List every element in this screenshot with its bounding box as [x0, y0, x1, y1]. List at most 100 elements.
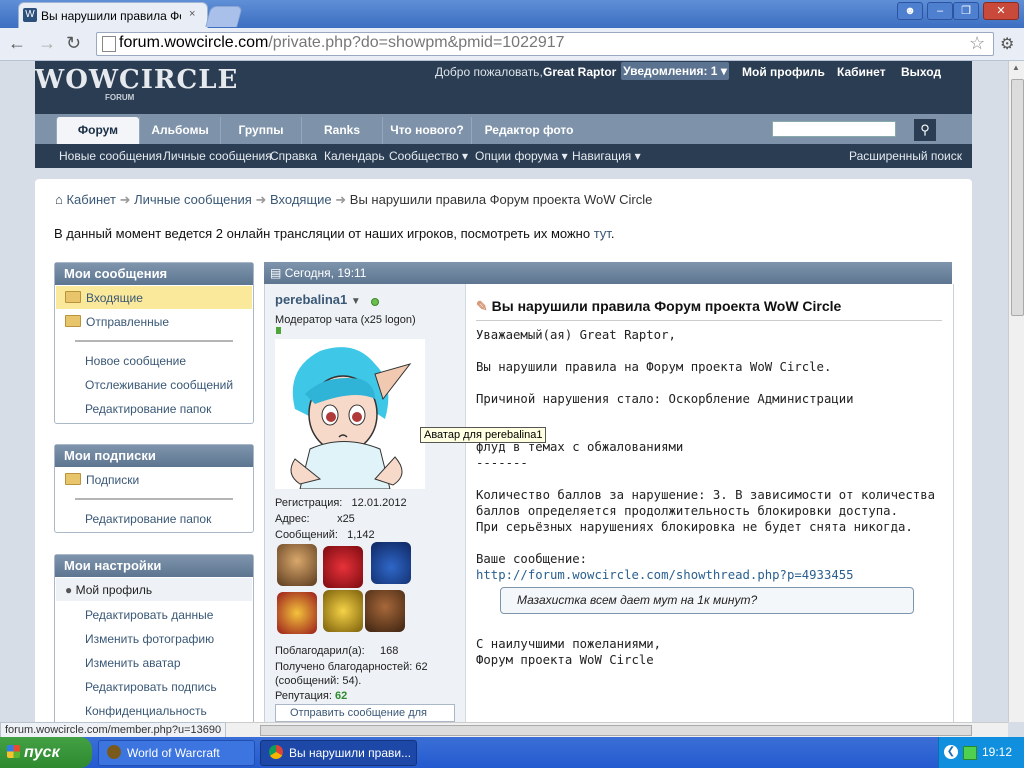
posts-info: Сообщений: 1,142 — [275, 529, 375, 541]
cabinet-link[interactable]: Кабинет — [837, 65, 886, 79]
award-superhero-icon[interactable] — [371, 542, 411, 584]
edit-details-link[interactable]: Редактировать данные — [85, 608, 213, 622]
privacy-link[interactable]: Конфиденциальность — [85, 704, 207, 718]
close-window-icon[interactable]: ✕ — [983, 2, 1019, 20]
send-message-button[interactable]: Отправить сообщение для — [275, 704, 455, 722]
new-message-link[interactable]: Новое сообщение — [85, 354, 186, 368]
message-points-line3: При серьёзных нарушениях блокировка не б… — [476, 520, 913, 534]
notifications-dropdown[interactable]: Уведомления: 1 ▾ — [621, 62, 729, 80]
stream-link[interactable]: тут — [594, 226, 611, 241]
minimize-icon[interactable]: – — [927, 2, 953, 20]
start-button[interactable]: пуск — [0, 737, 92, 768]
subnav-forum-options[interactable]: Опции форума ▾ — [475, 149, 568, 163]
restore-icon[interactable]: ❐ — [953, 2, 979, 20]
search-icon[interactable]: ⚲ — [914, 119, 936, 141]
forward-arrow-icon[interactable]: → — [38, 33, 56, 54]
scroll-up-icon[interactable]: ▲ — [1012, 63, 1020, 72]
sender-username[interactable]: perebalina1 ▼ — [275, 292, 361, 307]
windows-logo-icon — [7, 745, 20, 758]
message-points-line1: Количество баллов за нарушение: 3. В зав… — [476, 488, 936, 502]
my-profile-link[interactable]: Мой профиль — [742, 65, 825, 79]
search-input[interactable] — [772, 121, 896, 137]
back-arrow-icon[interactable]: ← — [8, 33, 26, 54]
my-settings-title: Мои настройки — [55, 555, 253, 577]
subnav-navigation[interactable]: Навигация ▾ — [572, 149, 641, 163]
received-thanks-info: Получено благодарностей: 62 — [275, 661, 428, 673]
award-trophy-icon[interactable] — [323, 590, 363, 632]
change-photo-link[interactable]: Изменить фотографию — [85, 632, 214, 646]
welcome-username[interactable]: Great Raptor — [543, 65, 616, 79]
stream-notice: В данный момент ведется 2 онлайн трансля… — [54, 226, 615, 241]
chevron-down-icon: ▾ — [720, 64, 727, 78]
my-subscriptions-block: Мои подписки Подписки Редактирование пап… — [54, 444, 254, 533]
tray-arrow-icon[interactable]: ❮ — [944, 745, 958, 759]
award-crown-icon[interactable] — [277, 592, 317, 634]
tab-close-icon[interactable]: × — [189, 8, 195, 20]
quoted-post: Мазахистка всем дает мут на 1к минут? — [500, 587, 914, 614]
message-post-link[interactable]: http://forum.wowcircle.com/showthread.ph… — [476, 568, 854, 582]
browser-tab-active[interactable]: W Вы нарушили правила Фору × — [18, 2, 208, 29]
message-tracking-link[interactable]: Отслеживание сообщений — [85, 378, 233, 392]
breadcrumb-private-messages[interactable]: Личные сообщения — [134, 192, 252, 207]
folder-icon — [65, 315, 81, 327]
folder-subscriptions[interactable]: Подписки — [65, 473, 139, 487]
tab-forum[interactable]: Форум — [56, 117, 139, 144]
logout-link[interactable]: Выход — [901, 65, 941, 79]
tab-photo-editor[interactable]: Редактор фото — [471, 117, 586, 144]
chrome-icon — [269, 745, 283, 759]
user-info-panel: perebalina1 ▼ Модератор чата (x25 logon) — [265, 284, 466, 722]
my-profile-item[interactable]: ● Мой профиль — [65, 583, 152, 597]
award-pirate-icon[interactable] — [277, 544, 317, 586]
url-text[interactable]: forum.wowcircle.com/private.php?do=showp… — [119, 34, 565, 52]
new-tab-button[interactable] — [205, 6, 243, 27]
tab-ranks[interactable]: Ranks — [301, 117, 382, 144]
edit-subscription-folders-link[interactable]: Редактирование папок — [85, 512, 211, 526]
site-logo-subtitle: FORUM — [105, 93, 135, 102]
breadcrumb-cabinet[interactable]: Кабинет — [66, 192, 115, 207]
user-icon[interactable]: ☻ — [897, 2, 923, 20]
award-lips-icon[interactable] — [323, 546, 363, 588]
scrollbar-thumb[interactable] — [1011, 79, 1024, 316]
subnav-help[interactable]: Справка — [270, 149, 317, 163]
breadcrumb: ⌂ Кабинет ➜ Личные сообщения ➜ Входящие … — [55, 192, 653, 207]
user-icon: ● — [65, 583, 73, 597]
taskbar-item-wow[interactable]: World of Warcraft — [98, 740, 255, 766]
site-logo[interactable]: WOWCIRCLE — [35, 65, 238, 95]
breadcrumb-inbox[interactable]: Входящие — [270, 192, 332, 207]
user-avatar[interactable] — [275, 339, 425, 489]
rank-bar — [276, 327, 281, 334]
document-icon: ▤ — [270, 266, 282, 280]
message-date-bar: ▤ Сегодня, 19:11 — [264, 262, 952, 284]
bookmark-star-icon[interactable]: ☆ — [969, 33, 985, 54]
folder-inbox[interactable]: Входящие — [65, 291, 143, 305]
edit-folders-link[interactable]: Редактирование папок — [85, 402, 211, 416]
tab-albums[interactable]: Альбомы — [139, 117, 220, 144]
advanced-search-link[interactable]: Расширенный поиск — [849, 149, 962, 163]
address-bar[interactable]: forum.wowcircle.com/private.php?do=showp… — [96, 32, 994, 56]
message-points-line2: баллов определяется продолжительность бл… — [476, 504, 898, 518]
subnav-new-posts[interactable]: Новые сообщения — [59, 149, 162, 163]
message-title: ✎ Вы нарушили правила Форум проекта WoW … — [476, 298, 842, 314]
tab-groups[interactable]: Группы — [220, 117, 301, 144]
folder-sent[interactable]: Отправленные — [65, 315, 169, 329]
tray-app-icon[interactable] — [963, 746, 977, 760]
reload-icon[interactable]: ↻ — [66, 33, 81, 54]
wrench-menu-icon[interactable]: ⚙ — [1000, 34, 1014, 54]
forum-header: WOWCIRCLE FORUM Добро пожаловать, Great … — [35, 61, 972, 114]
clock: 19:12 — [982, 745, 1013, 759]
hscrollbar-thumb[interactable] — [260, 725, 972, 736]
award-wizard-hat-icon[interactable] — [365, 590, 405, 632]
edit-signature-link[interactable]: Редактировать подпись — [85, 680, 217, 694]
wow-icon — [107, 745, 121, 759]
folder-icon — [65, 473, 81, 485]
taskbar-item-chrome[interactable]: Вы нарушили прави... — [260, 740, 417, 766]
home-icon[interactable]: ⌂ — [55, 192, 63, 207]
subnav-private-messages[interactable]: Личные сообщения — [163, 149, 272, 163]
subnav-community[interactable]: Сообщество ▾ — [389, 149, 468, 163]
my-settings-block: Мои настройки ● Мой профиль Редактироват… — [54, 554, 254, 722]
message-reason: Причиной нарушения стало: Оскорбление Ад… — [476, 392, 854, 406]
vertical-scrollbar[interactable]: ▲ — [1008, 61, 1024, 722]
tab-whats-new[interactable]: Что нового? — [382, 117, 471, 144]
subnav-calendar[interactable]: Календарь — [324, 149, 385, 163]
change-avatar-link[interactable]: Изменить аватар — [85, 656, 181, 670]
